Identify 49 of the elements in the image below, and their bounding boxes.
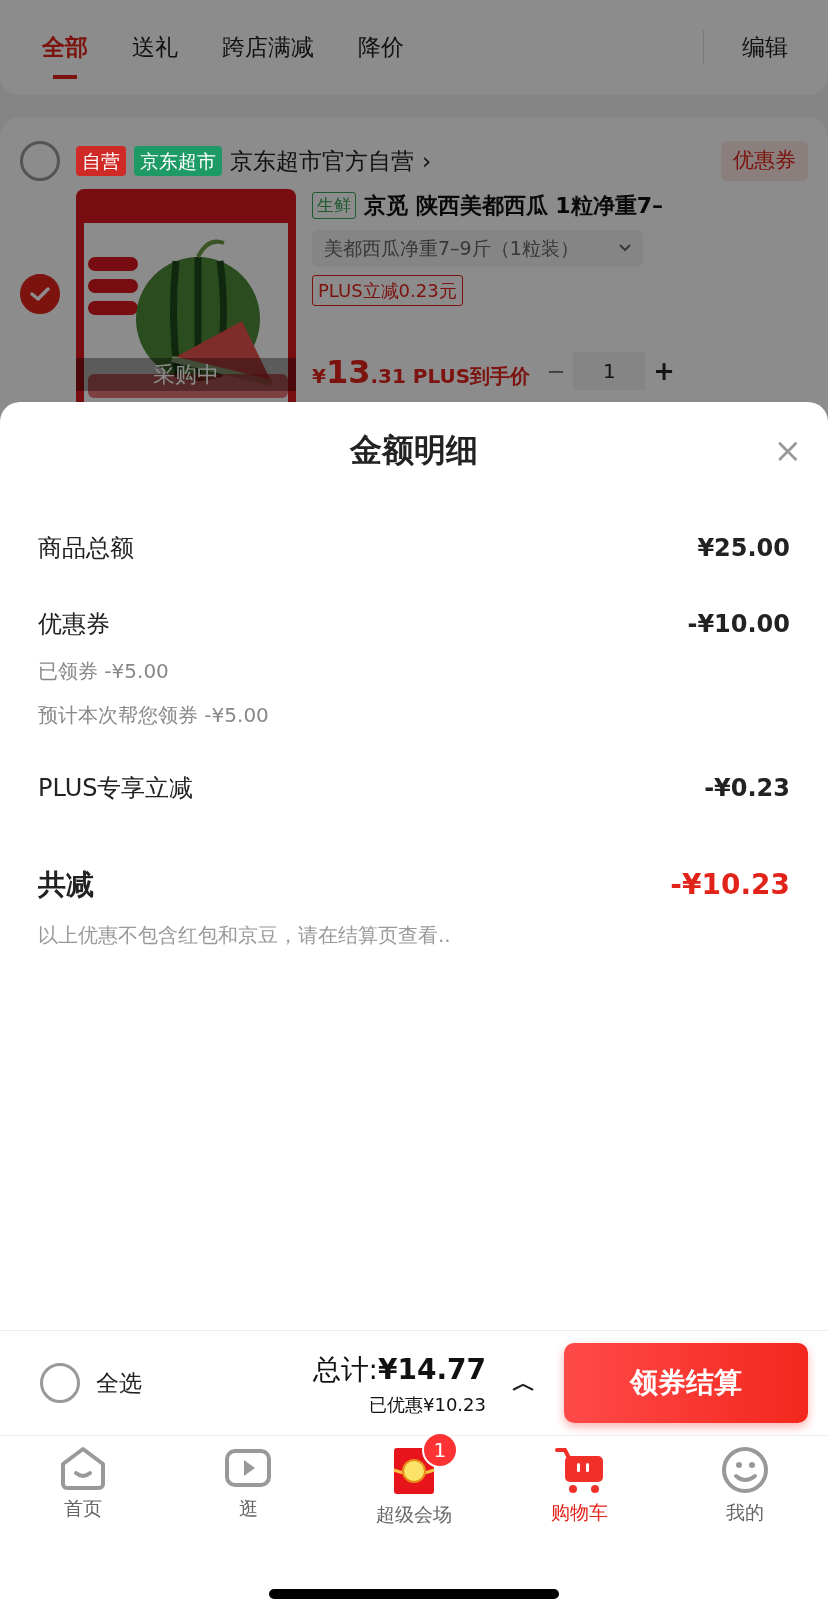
row-value: -¥10.00 bbox=[687, 609, 790, 640]
nav-tab[interactable]: 首页 bbox=[0, 1436, 166, 1545]
select-all-checkbox[interactable] bbox=[40, 1363, 80, 1403]
detail-text: 已领券 -¥5.00 bbox=[38, 658, 170, 685]
store-tag: 自营 bbox=[76, 145, 126, 177]
caret-icon bbox=[618, 244, 631, 253]
filter-tab[interactable]: 跨店满减 bbox=[222, 16, 314, 79]
row-label: 共减 bbox=[38, 867, 94, 903]
row-value: ¥25.00 bbox=[697, 533, 790, 564]
coupon-button[interactable]: 优惠券 bbox=[721, 141, 808, 181]
fresh-tag: 生鲜 bbox=[312, 191, 356, 220]
product-title[interactable]: 京觅 陕西美都西瓜 1粒净重7– bbox=[364, 189, 663, 222]
select-all-label: 全选 bbox=[96, 1368, 142, 1398]
nav-tab[interactable]: 我的 bbox=[662, 1436, 828, 1545]
checkout-button[interactable]: 领券结算 bbox=[564, 1343, 808, 1423]
price: ¥13.31 PLUS到手价 bbox=[312, 351, 531, 393]
filter-tab[interactable]: 送礼 bbox=[132, 16, 178, 79]
spec-selector[interactable]: 美都西瓜净重7–9斤（1粒装） bbox=[312, 230, 643, 267]
gift-envelope-icon bbox=[391, 1446, 437, 1496]
promo-tag: PLUS立减0.23元 bbox=[312, 274, 463, 306]
saved-amount: 已优惠¥10.23 bbox=[368, 1392, 486, 1417]
expand-button[interactable]: ︿ bbox=[506, 1364, 542, 1402]
home-icon bbox=[58, 1446, 107, 1490]
detail-text: 预计本次帮您领券 -¥5.00 bbox=[38, 702, 270, 729]
filter-tab[interactable]: 降价 bbox=[358, 16, 404, 79]
play-icon bbox=[224, 1446, 273, 1490]
chevron-icon: › bbox=[422, 143, 432, 179]
edit-button[interactable]: 编辑 bbox=[703, 30, 808, 65]
close-button[interactable]: × bbox=[767, 432, 808, 468]
quantity-field[interactable]: 1 bbox=[573, 352, 646, 391]
plus-button[interactable]: + bbox=[653, 352, 675, 391]
minus-button[interactable]: − bbox=[546, 354, 566, 389]
checkmark-icon bbox=[30, 286, 50, 302]
store-checkbox[interactable] bbox=[20, 141, 60, 181]
row-value: -¥10.23 bbox=[670, 867, 790, 903]
nav-tab[interactable]: 购物车 bbox=[496, 1436, 663, 1545]
row-label: 优惠券 bbox=[38, 609, 110, 640]
product-checkbox[interactable] bbox=[20, 274, 60, 314]
row-value: -¥0.23 bbox=[704, 773, 790, 804]
row-label: PLUS专享立减 bbox=[38, 773, 194, 804]
store-name[interactable]: 京东超市官方自营 bbox=[230, 143, 414, 179]
smiley-icon bbox=[721, 1446, 770, 1494]
cart-icon bbox=[554, 1446, 605, 1494]
row-label: 商品总额 bbox=[38, 533, 134, 564]
total-price: 总计:¥14.77 bbox=[312, 1351, 486, 1388]
nav-tab[interactable]: 逛 bbox=[165, 1436, 332, 1545]
note-text: 以上优惠不包含红包和京豆，请在结算页查看.. bbox=[38, 922, 452, 949]
store-tag: 京东超市 bbox=[134, 145, 222, 177]
sheet-title: 金额明细 bbox=[350, 430, 478, 471]
